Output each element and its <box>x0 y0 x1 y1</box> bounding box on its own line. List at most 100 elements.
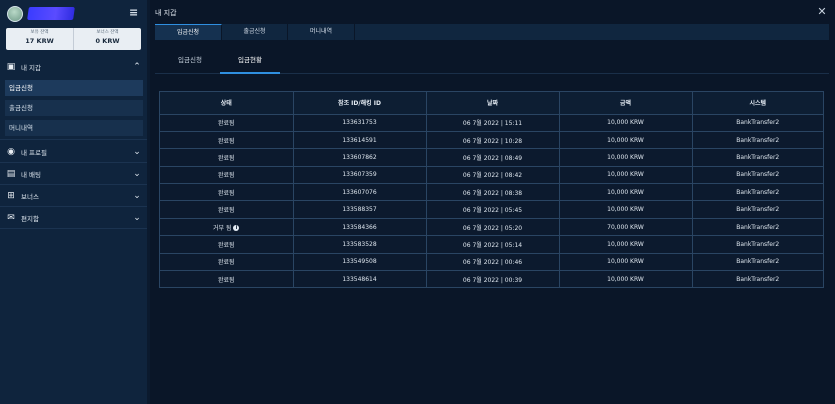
sidebar-section-inbox[interactable]: ✉ 편지함 ⌄ <box>0 207 147 229</box>
panel-title: 내 지갑 <box>155 9 177 17</box>
table-row: 완료됨 133548614 06 7월 2022 | 00:39 10,000 KRW… <box>160 270 823 288</box>
tab-withdraw[interactable]: 출금신청 <box>222 24 288 40</box>
cell-date: 06 7월 2022 | 00:39 <box>426 270 560 288</box>
divider <box>0 228 147 229</box>
cell-status: 완료됨 <box>160 166 294 185</box>
cell-amount: 10,000 KRW <box>559 270 693 288</box>
cell-text: 133631753 <box>342 119 377 127</box>
cell-text: BankTransfer2 <box>736 119 780 127</box>
sidebar-section-profile[interactable]: ◉ 내 프로필 ⌄ <box>0 141 147 163</box>
cell-amount: 10,000 KRW <box>559 148 693 167</box>
cell-text: 10,000 KRW <box>607 275 644 283</box>
balances-card: 보유 잔액 17 KRW 보너스 잔액 0 KRW <box>6 28 141 50</box>
cell-text: 133584366 <box>342 223 377 231</box>
table-row: 완료됨 133607862 06 7월 2022 | 08:49 10,000 KRW… <box>160 148 823 167</box>
sub-tabs: 입금신청 입금현황 <box>155 48 829 74</box>
cell-text: 10,000 KRW <box>607 188 644 196</box>
sidebar-item-withdraw[interactable]: 출금신청 <box>5 100 143 116</box>
table-row: 완료됨 133614591 06 7월 2022 | 10:28 10,000 KRW… <box>160 131 823 150</box>
cell-amount: 10,000 KRW <box>559 183 693 202</box>
wallet-panel: 내 지갑 ✕ 입금신청 출금신청 머니내역 입금신청 입금현황 상태 참조 ID… <box>150 0 835 404</box>
cell-amount: 10,000 KRW <box>559 235 693 254</box>
sidebar-section-bets-label: 내 배팅 <box>21 171 42 179</box>
user-menu-icon[interactable]: ≡ <box>129 6 141 20</box>
info-icon[interactable]: i <box>233 225 240 232</box>
cell-text: 133607076 <box>342 188 377 196</box>
cell-system: BankTransfer2 <box>692 131 823 150</box>
cell-amount: 10,000 KRW <box>559 200 693 219</box>
cell-text: BankTransfer2 <box>736 240 780 248</box>
cell-text: 06 7월 2022 | 00:46 <box>462 259 523 267</box>
cell-status: 완료됨 <box>160 148 294 167</box>
cell-text: 70,000 KRW <box>607 223 644 231</box>
subtab-deposit-request[interactable]: 입금신청 <box>166 48 214 74</box>
cell-text: 06 7월 2022 | 00:39 <box>462 276 523 284</box>
cell-text: 133607359 <box>342 171 377 179</box>
avatar[interactable] <box>7 6 23 22</box>
cell-text: 10,000 KRW <box>607 240 644 248</box>
cell-system: BankTransfer2 <box>692 183 823 202</box>
table-header-row: 상태 참조 ID/해킹 ID 날짜 금액 시스템 <box>160 92 823 115</box>
cell-amount: 10,000 KRW <box>559 131 693 150</box>
cell-status: 완료됨 <box>160 183 294 202</box>
col-date: 날짜 <box>426 92 560 115</box>
main-balance-value: 17 KRW <box>25 37 54 45</box>
chevron-down-icon: ⌄ <box>133 213 141 223</box>
cell-text: 10,000 KRW <box>607 171 644 179</box>
cell-system: BankTransfer2 <box>692 218 823 237</box>
cell-date: 06 7월 2022 | 08:42 <box>426 166 560 185</box>
mail-icon: ✉ <box>7 213 15 223</box>
table-row: 거부 됨 i 133584366 06 7월 2022 | 05:20 70,000 K… <box>160 218 823 237</box>
cell-text: 10,000 KRW <box>607 153 644 161</box>
cell-status: 완료됨 <box>160 114 294 132</box>
cell-date: 06 7월 2022 | 00:46 <box>426 253 560 272</box>
chevron-down-icon: ⌄ <box>133 191 141 201</box>
cell-text: 06 7월 2022 | 08:42 <box>462 172 523 180</box>
sidebar-section-profile-label: 내 프로필 <box>21 149 47 157</box>
bet-slip-icon: ▤ <box>6 169 16 179</box>
app-root: ≡ 보유 잔액 17 KRW 보너스 잔액 0 KRW ▣ 내 지갑 ⌃ 입금신… <box>0 0 835 404</box>
cell-text: 완료됨 <box>217 276 235 284</box>
deposit-history-table: 상태 참조 ID/해킹 ID 날짜 금액 시스템 완료됨 133631753 06 … <box>159 91 824 288</box>
cell-text: 완료됨 <box>217 172 235 180</box>
cell-amount: 10,000 KRW <box>559 166 693 185</box>
close-icon[interactable]: ✕ <box>816 6 828 18</box>
cell-text: BankTransfer2 <box>736 153 780 161</box>
col-reference-id: 참조 ID/해킹 ID <box>293 92 427 115</box>
cell-text: 133583528 <box>342 240 377 248</box>
cell-status: 완료됨 <box>160 131 294 150</box>
cell-text: 완료됨 <box>217 154 235 162</box>
sidebar-section-bonus[interactable]: ⊞ 보너스 ⌄ <box>0 185 147 207</box>
cell-text: 133614591 <box>342 136 377 144</box>
cell-reference-id: 133607359 <box>293 166 427 185</box>
cell-status: 완료됨 <box>160 200 294 219</box>
table-row: 완료됨 133588357 06 7월 2022 | 05:45 10,000 KRW… <box>160 200 823 219</box>
tab-deposit[interactable]: 입금신청 <box>155 24 222 40</box>
cell-reference-id: 133588357 <box>293 200 427 219</box>
subtab-deposit-status[interactable]: 입금현황 <box>220 48 280 74</box>
sidebar: ≡ 보유 잔액 17 KRW 보너스 잔액 0 KRW ▣ 내 지갑 ⌃ 입금신… <box>0 0 147 404</box>
cell-text: 완료됨 <box>217 207 235 215</box>
sidebar-item-deposit[interactable]: 입금신청 <box>5 80 143 96</box>
sidebar-section-wallet-label: 내 지갑 <box>21 64 42 72</box>
profile-icon: ◉ <box>7 147 15 157</box>
cell-text: BankTransfer2 <box>736 171 780 179</box>
col-amount: 금액 <box>559 92 693 115</box>
sidebar-section-wallet[interactable]: ▣ 내 지갑 ⌃ <box>0 56 147 78</box>
cell-date: 06 7월 2022 | 08:49 <box>426 148 560 167</box>
cell-date: 06 7월 2022 | 15:11 <box>426 114 560 132</box>
chevron-down-icon: ⌄ <box>133 169 141 179</box>
sidebar-item-money-history[interactable]: 머니내역 <box>5 120 143 136</box>
cell-reference-id: 133607862 <box>293 148 427 167</box>
table-row: 완료됨 133631753 06 7월 2022 | 15:11 10,000 KRW… <box>160 114 823 132</box>
tab-money-history[interactable]: 머니내역 <box>288 24 355 40</box>
cell-reference-id: 133614591 <box>293 131 427 150</box>
sidebar-section-bets[interactable]: ▤ 내 배팅 ⌄ <box>0 163 147 185</box>
cell-text: 거부 됨 <box>213 224 232 232</box>
cell-text: 06 7월 2022 | 10:28 <box>462 137 523 145</box>
profile-header: ≡ <box>0 0 147 28</box>
cell-date: 06 7월 2022 | 05:14 <box>426 235 560 254</box>
history-table: 상태 참조 ID/해킹 ID 날짜 금액 시스템 완료됨 133631753 06 … <box>160 92 823 288</box>
cell-status: 완료됨 <box>160 235 294 254</box>
top-tabs: 입금신청 출금신청 머니내역 <box>155 24 829 40</box>
